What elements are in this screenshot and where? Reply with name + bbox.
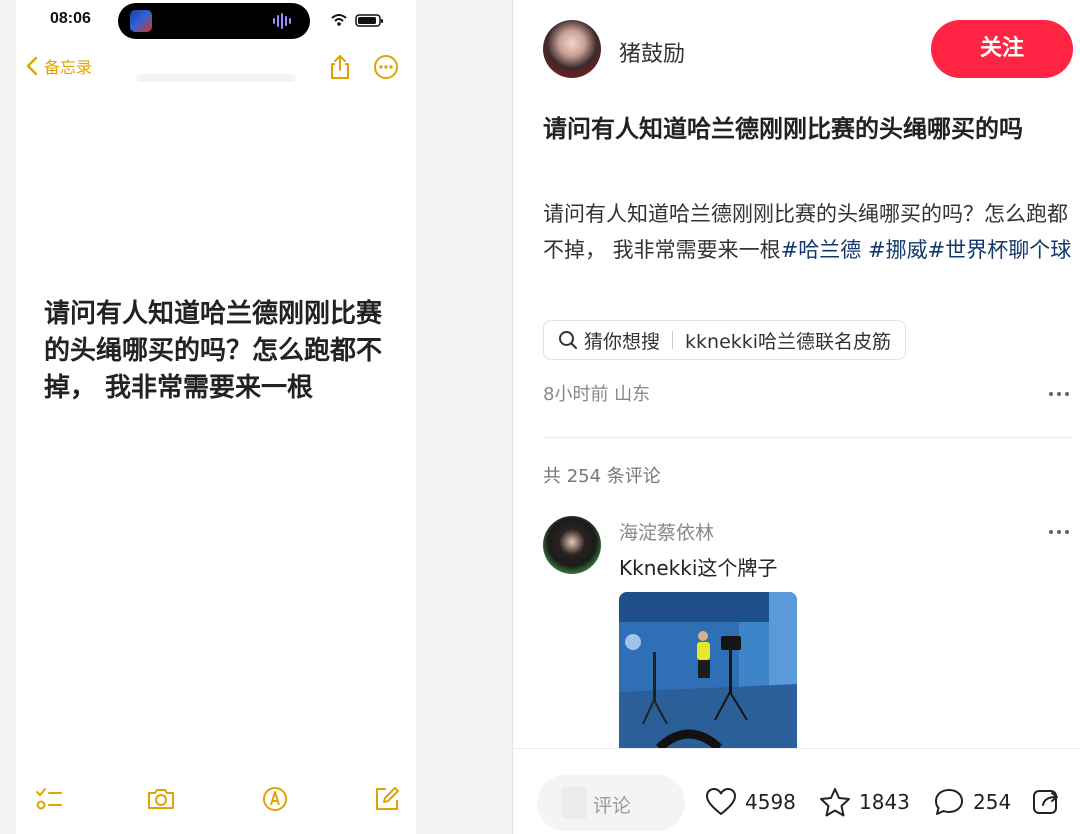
blurred-title — [136, 74, 296, 82]
commenter-avatar[interactable] — [543, 516, 601, 574]
favorite-button[interactable]: 1843 — [819, 787, 910, 817]
camera-icon[interactable] — [146, 784, 176, 814]
comment-bubble-icon — [935, 789, 963, 815]
commenter-name[interactable]: 海淀蔡依林 — [619, 518, 714, 545]
post-body: 请问有人知道哈兰德刚刚比赛的头绳哪买的吗？怎么跑都不掉， 我非常需要来一根#哈兰… — [543, 196, 1073, 268]
notes-toolbar — [16, 780, 416, 820]
like-button[interactable]: 4598 — [705, 787, 796, 817]
post-panel: 猪鼓励 关注 请问有人知道哈兰德刚刚比赛的头绳哪买的吗 请问有人知道哈兰德刚刚比… — [512, 0, 1080, 834]
share-icon[interactable] — [326, 53, 354, 81]
status-time: 08:06 — [50, 10, 91, 27]
comment-text: Kknekki这个牌子 — [619, 556, 778, 580]
app-thumbnail-icon — [130, 10, 152, 32]
pencil-icon — [561, 787, 587, 819]
notes-panel: 08:06 备忘录 请问有人知道哈兰德刚刚比赛的头绳哪买的吗？怎么跑都不掉， 我… — [16, 0, 416, 834]
comment-count: 共 254 条评论 — [543, 466, 661, 487]
back-label: 备忘录 — [44, 58, 93, 77]
guess-label: 猜你想搜 — [584, 330, 661, 353]
comment-input-placeholder: 评论 — [593, 795, 632, 817]
audio-wave-icon — [273, 13, 291, 29]
author-avatar[interactable] — [543, 20, 601, 78]
comment-image[interactable] — [619, 592, 797, 748]
dynamic-island[interactable] — [118, 3, 310, 39]
wifi-battery-icon — [331, 14, 383, 27]
note-body-text[interactable]: 请问有人知道哈兰德刚刚比赛的头绳哪买的吗？怎么跑都不掉， 我非常需要来一根 — [44, 296, 400, 407]
checklist-icon[interactable] — [34, 784, 64, 814]
chevron-left-icon — [26, 56, 38, 76]
comment-button[interactable]: 254 — [933, 787, 1011, 817]
more-icon[interactable] — [372, 53, 400, 81]
post-meta: 8小时前 山东 — [543, 384, 651, 405]
notes-nav-bar: 备忘录 — [16, 48, 416, 88]
star-icon — [820, 788, 850, 817]
markup-icon[interactable] — [260, 784, 290, 814]
hashtag-haaland[interactable]: #哈兰德 — [781, 238, 862, 262]
status-bar: 08:06 — [16, 0, 416, 40]
search-icon — [559, 331, 577, 349]
bottom-action-bar: 评论 4598 1843 254 — [513, 748, 1080, 834]
post-title: 请问有人知道哈兰德刚刚比赛的头绳哪买的吗 — [543, 115, 1023, 143]
heart-icon — [706, 788, 736, 815]
comment-total: 254 — [973, 790, 1012, 814]
like-count: 4598 — [745, 790, 796, 814]
guess-query: kknekki哈兰德联名皮筋 — [685, 330, 892, 353]
comment-input[interactable]: 评论 — [537, 775, 685, 831]
hashtag-norway[interactable]: #挪威 — [868, 238, 928, 262]
more-icon[interactable] — [1047, 522, 1071, 542]
share-icon[interactable] — [1031, 785, 1063, 817]
guess-search-chip[interactable]: 猜你想搜 kknekki哈兰德联名皮筋 — [543, 320, 907, 360]
favorite-count: 1843 — [859, 790, 910, 814]
back-button[interactable]: 备忘录 — [24, 54, 92, 78]
hashtag-world-cup[interactable]: #世界杯聊个球 — [928, 238, 1072, 262]
more-icon[interactable] — [1047, 384, 1071, 404]
follow-button[interactable]: 关注 — [931, 20, 1073, 78]
guess-divider — [672, 331, 674, 349]
author-name[interactable]: 猪鼓励 — [619, 36, 685, 68]
divider — [543, 437, 1073, 438]
compose-icon[interactable] — [372, 784, 402, 814]
